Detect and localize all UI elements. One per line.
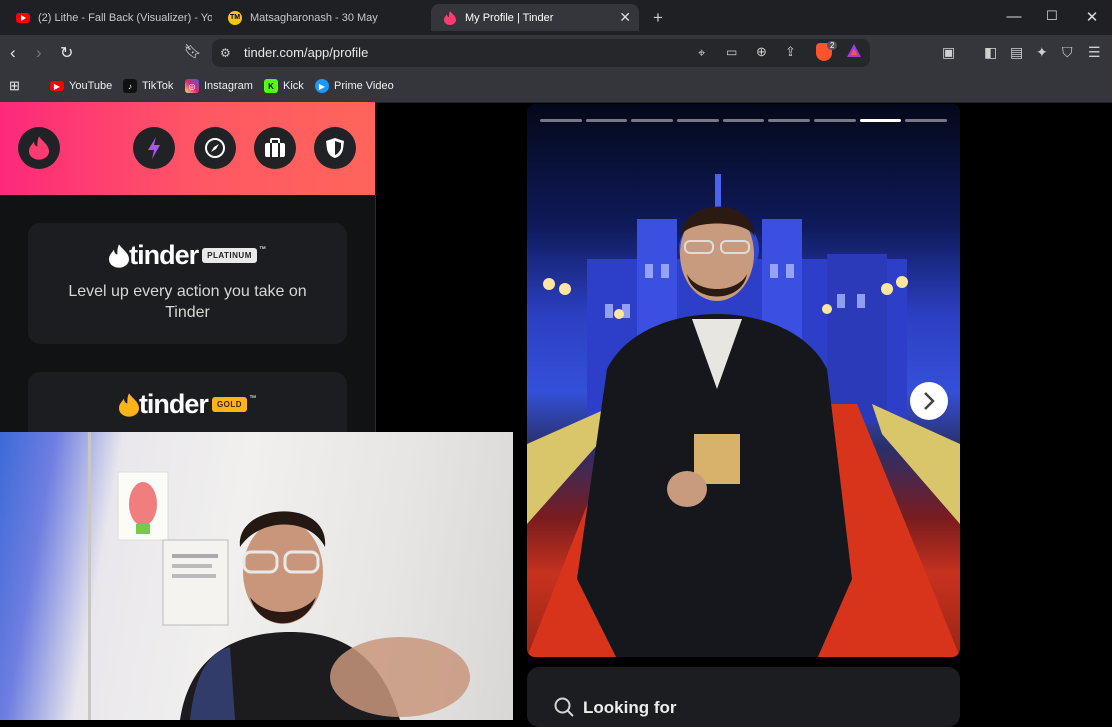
photo-progress-segment[interactable] [585,119,628,122]
vpn-icon[interactable]: ⛉ [1062,44,1073,61]
apps-grid-icon[interactable]: ⊞ [9,77,20,95]
leo-ai-icon[interactable]: ✦ [1036,44,1048,61]
tinder-top-nav [0,102,375,195]
next-photo-button[interactable] [910,382,948,420]
photo-progress-segment[interactable] [768,119,810,122]
forward-icon[interactable]: › [36,43,42,63]
promo-card-platinum[interactable]: tinder PLATINUM ™ Level up every action … [28,223,347,344]
work-icon[interactable] [254,127,296,169]
boost-icon[interactable] [133,127,175,169]
bookmarks-bar: ⊞ ▶ YouTube ♪ TikTok ◎ Instagram K Kick … [0,71,1112,103]
tab-title: (2) Lithe - Fall Back (Visualizer) - You… [38,11,212,24]
bookmark-label: Kick [283,80,304,92]
photo-progress-segment[interactable] [859,119,902,122]
url-text: tinder.com/app/profile [244,45,369,60]
photo-progress-segment[interactable] [814,119,856,122]
bookmark-label: TikTok [142,80,174,92]
address-bar[interactable]: ⚙︎ tinder.com/app/profile ⌖ ▭ ⊕ ⇪ 2 [212,39,870,67]
photo-progress-segment[interactable] [722,119,765,122]
location-icon[interactable]: ⌖ [698,45,705,61]
tinder-flame-icon [109,243,130,268]
back-icon[interactable]: ‹ [10,43,16,63]
looking-for-section: Looking for [527,667,960,727]
tinder-platinum-logo: tinder PLATINUM ™ [28,240,347,271]
site-settings-icon[interactable]: ⚙︎ [220,46,231,60]
tinder-flame-icon[interactable] [18,127,60,169]
shield-count-badge: 2 [827,41,838,50]
instagram-icon: ◎ [185,79,199,93]
search-icon [554,697,574,717]
maximize-icon[interactable]: ☐ [1042,8,1062,24]
minimize-icon[interactable]: — [1004,8,1024,25]
cast-icon[interactable]: ▭ [726,45,737,59]
reload-icon[interactable]: ↻ [60,43,73,63]
youtube-icon [16,12,30,23]
bookmark-label: Prime Video [334,80,394,92]
bookmark-instagram[interactable]: ◎ Instagram [185,77,253,95]
zoom-icon[interactable]: ⊕ [756,44,767,60]
promo-text: Level up every action you take on Tinder [68,283,307,321]
tab-title: Matsagharonash - 30 May [250,11,378,24]
explore-icon[interactable] [194,127,236,169]
bookmark-label: YouTube [69,80,113,92]
bookmark-kick[interactable]: K Kick [264,77,304,95]
tm-favicon-icon: TM [228,10,242,25]
brand-word: tinder [129,240,199,270]
trademark: ™ [258,246,266,253]
browser-tab-tinder[interactable]: My Profile | Tinder ✕ [431,4,639,31]
share-icon[interactable]: ⇪ [785,44,796,60]
bookmark-label: Instagram [204,80,253,92]
trademark: ™ [249,395,257,402]
photo-progress-segment[interactable] [677,119,719,122]
new-tab-icon[interactable]: + [648,8,668,28]
tier-badge: PLATINUM [202,248,257,263]
menu-icon[interactable]: ☰ [1088,44,1101,61]
photo-progress-segment[interactable] [905,119,947,122]
bookmark-icon[interactable]: 🔖︎ [184,43,202,60]
tier-badge: GOLD [211,397,248,412]
browser-toolbar: ‹ › ↻ 🔖︎ ⚙︎ tinder.com/app/profile ⌖ ▭ ⊕… [0,35,1112,71]
webcam-overlay-video [0,432,513,720]
webcam-scene-image [88,432,470,720]
safety-icon[interactable] [314,127,356,169]
wallet-icon[interactable]: ▤ [1010,44,1023,61]
sidebar-icon[interactable]: ◧ [984,44,997,61]
bookmark-youtube[interactable]: ▶ YouTube [50,77,112,95]
photo-progress-segment[interactable] [540,119,582,122]
browser-tab-youtube[interactable]: (2) Lithe - Fall Back (Visualizer) - You… [4,4,212,31]
brave-rewards-icon[interactable] [846,43,862,64]
brand-word: tinder [138,389,209,419]
prime-video-icon: ▶ [315,79,329,93]
tinder-gold-logo: tinder GOLD ™ [28,389,347,420]
youtube-icon: ▶ [50,81,64,91]
tiktok-icon: ♪ [123,79,137,93]
profile-person-image [577,206,852,657]
bookmark-tiktok[interactable]: ♪ TikTok [123,77,173,95]
close-window-icon[interactable]: ✕ [1082,8,1102,26]
bookmark-prime-video[interactable]: ▶ Prime Video [315,77,394,95]
profile-photo-card[interactable] [527,104,960,657]
tinder-flame-icon [443,10,457,25]
left-sidebar: tinder PLATINUM ™ Level up every action … [0,195,376,452]
tinder-flame-icon [118,392,139,417]
looking-for-label: Looking for [583,698,677,717]
chevron-right-icon [924,392,935,410]
reader-mode-icon[interactable]: ▣ [942,44,955,61]
photo-progress-segment[interactable] [631,119,673,122]
tab-title: My Profile | Tinder [465,11,554,24]
browser-tab-matsagharonash[interactable]: TM Matsagharonash - 30 May [216,4,426,31]
close-tab-icon[interactable]: ✕ [619,9,631,26]
kick-icon: K [264,79,278,93]
browser-tab-bar: (2) Lithe - Fall Back (Visualizer) - You… [0,0,1112,35]
